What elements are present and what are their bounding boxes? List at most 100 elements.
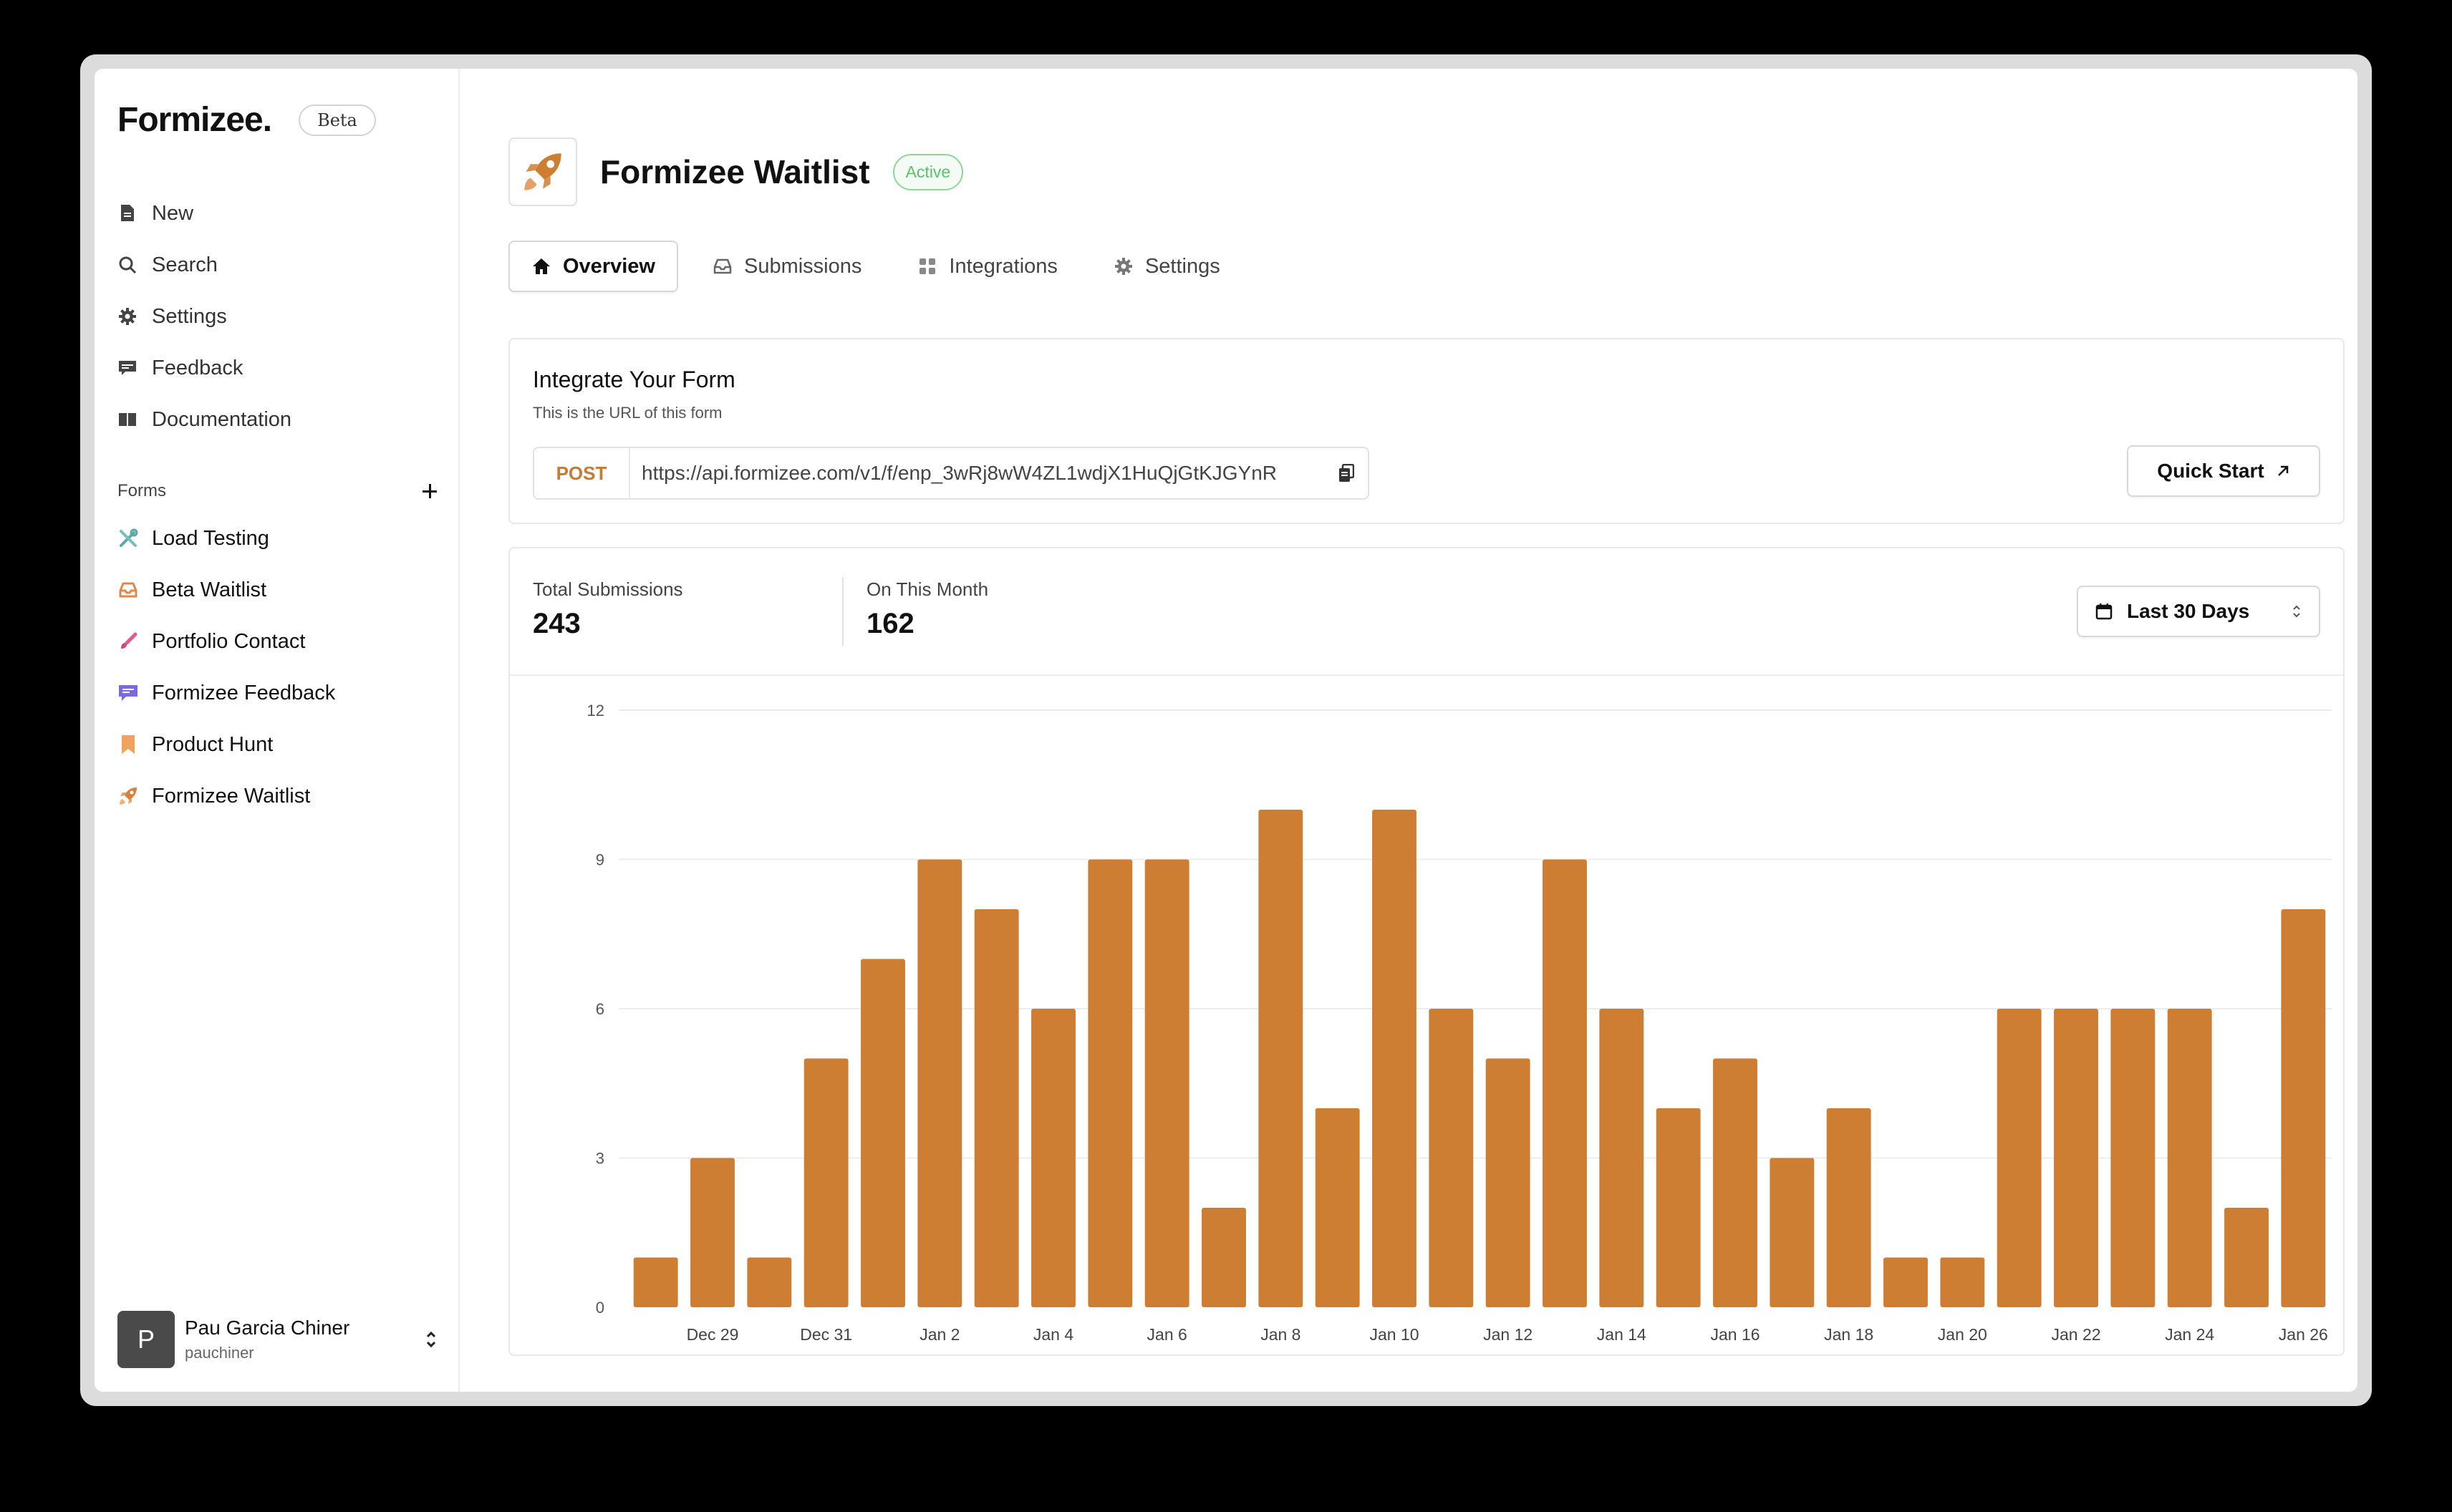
tab-label: Settings xyxy=(1144,254,1220,278)
sidebar-form-label: Load Testing xyxy=(152,526,269,550)
chart-bar[interactable] xyxy=(2281,909,2326,1307)
x-tick-label: Jan 12 xyxy=(1483,1325,1532,1344)
chart-bar[interactable] xyxy=(1826,1108,1871,1307)
arrow-up-right-icon xyxy=(2277,465,2288,476)
stats-row: Total Submissions 243 On This Month 162 … xyxy=(510,548,2343,676)
user-name: Pau Garcia Chiner xyxy=(185,1317,350,1339)
chart-bar[interactable] xyxy=(974,909,1019,1307)
total-submissions-stat: Total Submissions 243 xyxy=(533,578,683,640)
sidebar-form-beta-waitlist[interactable]: Beta Waitlist xyxy=(117,564,440,616)
user-handle: pauchiner xyxy=(185,1344,254,1362)
gear-icon xyxy=(117,306,137,326)
avatar: P xyxy=(117,1311,175,1368)
sidebar-item-settings[interactable]: Settings xyxy=(117,291,440,342)
x-tick-label: Jan 20 xyxy=(1938,1325,1987,1344)
bookmark-icon xyxy=(117,734,139,755)
endpoint-url-box: POST https://api.formizee.com/v1/f/enp_3… xyxy=(533,447,1369,500)
chart-bar[interactable] xyxy=(1883,1257,1928,1308)
tab-integrations[interactable]: Integrations xyxy=(896,241,1079,292)
stat-label: On This Month xyxy=(867,578,989,600)
x-tick-label: Jan 22 xyxy=(2051,1325,2100,1344)
sidebar-form-label: Formizee Feedback xyxy=(152,681,336,704)
chart-bar[interactable] xyxy=(1258,810,1303,1307)
x-tick-label: Jan 18 xyxy=(1824,1325,1873,1344)
sidebar-item-label: Documentation xyxy=(152,407,292,431)
sidebar-form-product-hunt[interactable]: Product Hunt xyxy=(117,719,440,770)
main-content: Formizee Waitlist Active Overview Submis… xyxy=(460,69,2357,1392)
tab-label: Overview xyxy=(563,254,655,278)
sidebar-item-documentation[interactable]: Documentation xyxy=(117,394,440,445)
sidebar-item-feedback[interactable]: Feedback xyxy=(117,342,440,394)
sidebar-form-label: Portfolio Contact xyxy=(152,629,306,653)
user-menu[interactable]: P Pau Garcia Chiner pauchiner xyxy=(117,1310,440,1369)
sidebar-form-portfolio-contact[interactable]: Portfolio Contact xyxy=(117,616,440,667)
endpoint-url[interactable]: https://api.formizee.com/v1/f/enp_3wRj8w… xyxy=(630,462,1325,485)
y-tick-label: 3 xyxy=(596,1150,604,1168)
chart-bar[interactable] xyxy=(2224,1208,2269,1307)
chart-bar[interactable] xyxy=(1485,1058,1530,1308)
chart-bar[interactable] xyxy=(1656,1108,1701,1307)
tab-submissions[interactable]: Submissions xyxy=(691,241,883,292)
chart-bar[interactable] xyxy=(1599,1009,1644,1307)
integrate-title: Integrate Your Form xyxy=(533,367,735,392)
chart-bar[interactable] xyxy=(1770,1158,1815,1308)
sidebar-item-new[interactable]: New xyxy=(117,188,440,239)
chart-bar[interactable] xyxy=(1031,1009,1076,1307)
inbox-icon xyxy=(117,579,139,601)
chart-bar[interactable] xyxy=(1372,810,1416,1307)
y-tick-label: 6 xyxy=(596,1000,604,1018)
date-range-select[interactable]: Last 30 Days xyxy=(2077,586,2320,637)
chart-bar[interactable] xyxy=(861,959,905,1308)
tab-label: Submissions xyxy=(743,254,862,278)
add-form-button[interactable] xyxy=(420,481,440,501)
chart-bar[interactable] xyxy=(1997,1009,2042,1307)
sidebar-form-label: Formizee Waitlist xyxy=(152,784,311,808)
calendar-icon xyxy=(2095,604,2113,620)
sidebar-form-load-testing[interactable]: Load Testing xyxy=(117,513,440,564)
sidebar-item-label: Search xyxy=(152,253,218,276)
stats-card: Total Submissions 243 On This Month 162 … xyxy=(508,547,2345,1356)
chart-bar[interactable] xyxy=(1713,1058,1757,1308)
chart-bar[interactable] xyxy=(1429,1009,1474,1307)
search-icon xyxy=(117,255,137,275)
copy-url-button[interactable] xyxy=(1325,448,1368,498)
chart-bar[interactable] xyxy=(2110,1009,2156,1307)
gear-icon xyxy=(1114,256,1134,276)
chart-bar[interactable] xyxy=(1088,859,1133,1308)
sidebar: Formizee. Beta New Search Settings Feedb… xyxy=(95,69,460,1392)
integrate-subtitle: This is the URL of this form xyxy=(533,404,723,422)
quick-start-button[interactable]: Quick Start xyxy=(2127,445,2320,497)
chart-bar[interactable] xyxy=(690,1158,735,1308)
sidebar-form-formizee-feedback[interactable]: Formizee Feedback xyxy=(117,667,440,719)
chart-bar[interactable] xyxy=(2167,1009,2212,1307)
chart-bar[interactable] xyxy=(1940,1257,1985,1308)
sidebar-form-formizee-waitlist[interactable]: Formizee Waitlist xyxy=(117,770,440,822)
stat-label: Total Submissions xyxy=(533,578,683,600)
tab-overview[interactable]: Overview xyxy=(508,241,678,292)
tab-settings[interactable]: Settings xyxy=(1092,241,1242,292)
chart-bar[interactable] xyxy=(803,1058,849,1308)
chart-bar[interactable] xyxy=(633,1257,678,1308)
sidebar-item-label: Feedback xyxy=(152,356,243,379)
sidebar-nav: New Search Settings Feedback Documentati… xyxy=(117,188,440,445)
book-icon xyxy=(117,410,137,430)
chart-bar[interactable] xyxy=(1543,859,1587,1308)
chart-bar[interactable] xyxy=(1144,859,1189,1308)
chart-bar[interactable] xyxy=(747,1257,792,1308)
forms-list: Load Testing Beta Waitlist Portfolio Con… xyxy=(117,513,440,822)
y-tick-label: 0 xyxy=(596,1299,604,1317)
chart-bar[interactable] xyxy=(1202,1208,1246,1307)
chart-bar[interactable] xyxy=(1315,1108,1360,1307)
chevron-updown-icon xyxy=(2293,605,2300,618)
page-title: Formizee Waitlist xyxy=(600,153,870,190)
form-header: Formizee Waitlist Active xyxy=(508,137,964,206)
x-tick-label: Jan 16 xyxy=(1710,1325,1760,1344)
sidebar-item-search[interactable]: Search xyxy=(117,239,440,291)
chart-bar[interactable] xyxy=(917,859,962,1308)
stats-divider xyxy=(842,577,844,646)
y-tick-label: 9 xyxy=(596,851,604,869)
chart-bar[interactable] xyxy=(2054,1009,2098,1307)
x-tick-label: Jan 26 xyxy=(2279,1325,2328,1344)
rocket-icon xyxy=(117,785,139,807)
submissions-bar-chart: 0 3 6 9 12 Dec 29 Dec 31 Jan 2 Jan 4 Jan 6 Jan 8 Ja… xyxy=(587,702,2332,1344)
